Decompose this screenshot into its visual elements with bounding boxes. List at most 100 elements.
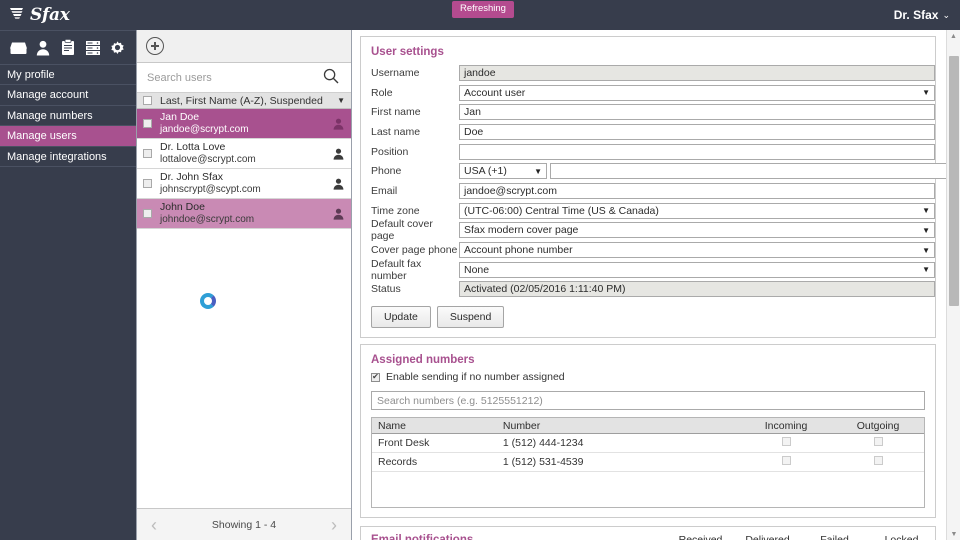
scrollbar-thumb[interactable]: [949, 56, 959, 306]
person-icon: [333, 118, 344, 130]
role-value: Account user: [464, 86, 526, 99]
status-badge-refreshing: Refreshing: [452, 1, 514, 18]
email-field[interactable]: jandoe@scrypt.com: [459, 182, 935, 199]
pagination: ‹ Showing 1 - 4 ›: [137, 508, 351, 540]
column-header-outgoing: Outgoing: [856, 419, 900, 432]
search-users-bar[interactable]: Search users: [137, 63, 351, 93]
email-notifications-title: Email notifications: [371, 534, 667, 540]
position-field[interactable]: [459, 143, 935, 160]
select-all-checkbox[interactable]: [143, 96, 152, 105]
incoming-checkbox[interactable]: [781, 437, 791, 447]
field-label: Cover page phone: [371, 244, 458, 257]
search-numbers-input[interactable]: Search numbers (e.g. 5125551212): [371, 391, 925, 411]
sort-label: Last, First Name (A-Z), Suspended: [160, 94, 323, 107]
outgoing-checkbox[interactable]: [873, 437, 883, 447]
status-value: Activated (02/05/2016 1:11:40 PM): [459, 281, 935, 298]
main-scroll-content: User settings Username jandoe Role Accou…: [352, 30, 949, 540]
field-status: Status Activated (02/05/2016 1:11:40 PM): [361, 280, 935, 300]
list-item[interactable]: John Doe johndoe@scrypt.com: [137, 199, 351, 229]
loading-spinner: [200, 293, 216, 309]
time-zone-select[interactable]: (UTC-06:00) Central Time (US & Canada) ▼: [459, 202, 935, 219]
column-header-incoming: Incoming: [764, 419, 808, 432]
country-code-value: USA (+1): [464, 165, 507, 178]
vertical-scrollbar[interactable]: ▲ ▼: [946, 30, 960, 540]
prev-page-button[interactable]: ‹: [151, 516, 157, 534]
cover-page-phone-select[interactable]: Account phone number ▼: [459, 242, 935, 259]
row-checkbox[interactable]: [143, 179, 152, 188]
suspend-button[interactable]: Suspend: [436, 306, 505, 329]
scroll-up-arrow-icon[interactable]: ▲: [947, 30, 960, 42]
row-checkbox[interactable]: [143, 209, 152, 218]
user-email: johndoe@scrypt.com: [160, 213, 255, 225]
list-item[interactable]: Jan Doe jandoe@scrypt.com: [137, 109, 351, 139]
sidebar-item-label: Manage numbers: [7, 109, 93, 122]
gear-icon[interactable]: [108, 38, 128, 58]
sidebar-item-label: Manage users: [7, 130, 77, 143]
account-menu[interactable]: Dr. Sfax ⌄: [894, 0, 950, 30]
cell-name: Records: [378, 456, 418, 469]
field-label: Default cover page: [371, 218, 433, 243]
chevron-down-icon: ▼: [922, 88, 930, 98]
email-notifications-card: Email notifications Received Delivered F…: [360, 526, 936, 540]
sidebar-item-label: My profile: [7, 69, 55, 81]
country-code-select[interactable]: USA (+1) ▼: [459, 163, 547, 180]
default-fax-number-select[interactable]: None ▼: [459, 261, 935, 278]
page-title: User settings: [371, 46, 444, 58]
user-settings-actions: Update Suspend: [361, 306, 935, 329]
column-header-number: Number: [502, 419, 541, 432]
user-name: Jan Doe: [160, 111, 200, 123]
enable-sending-row[interactable]: ✔ Enable sending if no number assigned: [361, 371, 935, 383]
sidebar-item-manage-numbers[interactable]: Manage numbers: [0, 106, 136, 127]
table-row[interactable]: Records 1 (512) 531-4539: [372, 453, 924, 473]
sidebar-item-manage-account[interactable]: Manage account: [0, 85, 136, 106]
row-checkbox[interactable]: [143, 119, 152, 128]
username-field[interactable]: jandoe: [459, 64, 935, 81]
inbox-icon[interactable]: [8, 38, 28, 58]
sidebar-icon-toolbar: [0, 31, 136, 65]
clipboard-icon[interactable]: [58, 38, 78, 58]
user-name: Dr. Lotta Love: [160, 141, 226, 153]
column-header-name: Name: [378, 419, 407, 432]
server-icon[interactable]: [83, 38, 103, 58]
sidebar-item-manage-integrations[interactable]: Manage integrations: [0, 147, 136, 167]
chevron-down-icon: ▼: [922, 206, 930, 216]
enable-sending-checkbox[interactable]: ✔: [371, 372, 380, 382]
sidebar-item-my-profile[interactable]: My profile: [0, 65, 136, 86]
person-icon: [333, 208, 344, 220]
field-last-name: Last name Doe: [361, 122, 935, 142]
update-button[interactable]: Update: [371, 306, 431, 329]
account-name: Dr. Sfax: [893, 8, 939, 22]
list-item[interactable]: Dr. Lotta Love lottalove@scrypt.com: [137, 139, 351, 169]
last-name-field[interactable]: Doe: [459, 123, 935, 140]
column-header-failed: Failed: [801, 534, 868, 540]
list-item[interactable]: Dr. John Sfax johnscrypt@scypt.com: [137, 169, 351, 199]
field-username: Username jandoe: [361, 63, 935, 83]
person-icon: [333, 178, 344, 190]
logo-text: Sfax: [30, 5, 70, 25]
app-logo[interactable]: Sfax: [0, 0, 136, 30]
plus-icon[interactable]: [146, 37, 164, 55]
incoming-checkbox[interactable]: [781, 456, 791, 466]
default-cover-page-select[interactable]: Sfax modern cover page ▼: [459, 222, 935, 239]
outgoing-checkbox[interactable]: [873, 456, 883, 466]
next-page-button[interactable]: ›: [331, 516, 337, 534]
column-header-locked: Locked: [868, 534, 935, 540]
row-checkbox[interactable]: [143, 149, 152, 158]
search-input[interactable]: Search users: [147, 72, 212, 84]
chevron-down-icon: ⌄: [942, 9, 950, 20]
phone-number-field[interactable]: [550, 163, 949, 180]
sidebar-item-label: Manage integrations: [7, 150, 107, 163]
contacts-icon[interactable]: [33, 38, 53, 58]
cell-outgoing: [832, 456, 924, 468]
default-cover-page-value: Sfax modern cover page: [464, 224, 579, 237]
scroll-down-arrow-icon[interactable]: ▼: [947, 528, 960, 540]
user-settings-card: User settings Username jandoe Role Accou…: [360, 36, 949, 339]
sidebar-item-manage-users[interactable]: Manage users: [0, 126, 136, 147]
table-row[interactable]: Front Desk 1 (512) 444-1234: [372, 434, 924, 454]
field-label: Default fax number: [371, 257, 422, 282]
first-name-field[interactable]: Jan: [459, 104, 935, 121]
role-select[interactable]: Account user ▼: [459, 84, 935, 101]
chevron-down-icon[interactable]: ▼: [337, 96, 345, 105]
sort-bar[interactable]: Last, First Name (A-Z), Suspended ▼: [137, 93, 351, 109]
search-icon[interactable]: [323, 68, 339, 87]
